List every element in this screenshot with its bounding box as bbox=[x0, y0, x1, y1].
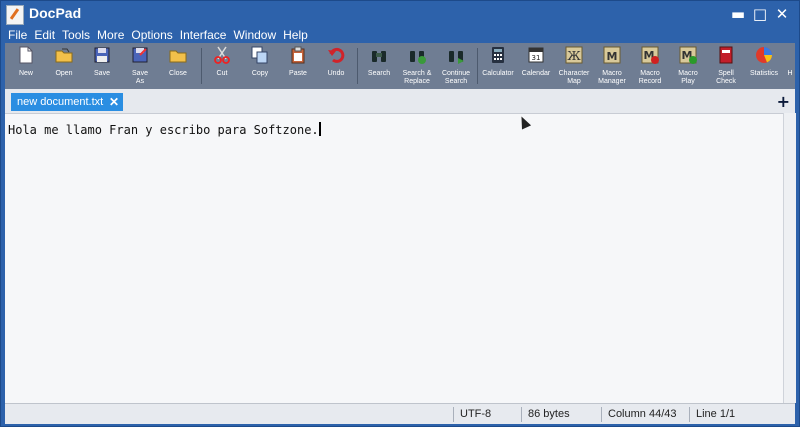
statistics-icon bbox=[756, 47, 772, 63]
spell-check-icon bbox=[719, 46, 733, 64]
vertical-scrollbar[interactable] bbox=[783, 113, 796, 403]
add-tab-button[interactable]: + bbox=[777, 92, 790, 111]
more-tools-button[interactable]: H bbox=[783, 43, 795, 89]
editor-content[interactable]: Hola me llamo Fran y escribo para Softzo… bbox=[8, 122, 321, 137]
undo-button[interactable]: Undo bbox=[317, 43, 355, 89]
close-file-button[interactable]: Close bbox=[159, 43, 197, 89]
paste-icon bbox=[291, 46, 305, 64]
tab-close-icon[interactable]: ✕ bbox=[109, 93, 119, 111]
macro-record-button[interactable]: M Macro Record bbox=[631, 43, 669, 89]
menu-file[interactable]: File bbox=[5, 27, 31, 43]
new-doc-icon bbox=[19, 46, 33, 64]
toolbar-separator bbox=[201, 48, 202, 84]
text-editor[interactable]: Hola me llamo Fran y escribo para Softzo… bbox=[5, 113, 783, 404]
toolbar-separator bbox=[477, 48, 478, 84]
spell-check-button[interactable]: Spell Check bbox=[707, 43, 745, 89]
svg-text:Ж: Ж bbox=[567, 49, 581, 63]
search-replace-button[interactable]: Search & Replace bbox=[398, 43, 436, 89]
macro-play-icon: M bbox=[679, 46, 697, 64]
close-folder-icon bbox=[169, 50, 187, 63]
menu-more[interactable]: More bbox=[94, 27, 128, 43]
menu-options[interactable]: Options bbox=[128, 27, 176, 43]
more-icon: H bbox=[787, 70, 793, 77]
menu-interface[interactable]: Interface bbox=[177, 27, 231, 43]
search-replace-icon bbox=[410, 51, 426, 64]
open-button[interactable]: Open bbox=[45, 43, 83, 89]
macro-manager-button[interactable]: M Macro Manager bbox=[593, 43, 631, 89]
macro-manager-icon: M bbox=[603, 46, 621, 64]
toolbar: New Open Save Save As Close Cut Copy Pas… bbox=[5, 43, 795, 89]
minimize-button[interactable]: ▬ bbox=[727, 4, 749, 24]
macro-play-button[interactable]: M Macro Play bbox=[669, 43, 707, 89]
close-button[interactable]: ✕ bbox=[771, 4, 793, 24]
binoculars-icon bbox=[372, 51, 386, 62]
toolbar-separator bbox=[357, 48, 358, 84]
menu-bar: File Edit Tools More Options Interface W… bbox=[5, 27, 312, 43]
calendar-icon: 31 bbox=[528, 47, 544, 63]
status-bar: UTF-8 86 bytes Column 44/43 Line 1/1 bbox=[5, 403, 795, 424]
calculator-icon bbox=[492, 47, 504, 63]
menu-help[interactable]: Help bbox=[280, 27, 312, 43]
text-caret bbox=[318, 122, 321, 136]
search-button[interactable]: Search bbox=[360, 43, 398, 89]
save-as-button[interactable]: Save As bbox=[121, 43, 159, 89]
calendar-button[interactable]: 31 Calendar bbox=[517, 43, 555, 89]
title-bar[interactable]: DocPad ▬ □ ✕ bbox=[1, 1, 799, 27]
macro-record-icon: M bbox=[641, 46, 659, 64]
copy-button[interactable]: Copy bbox=[241, 43, 279, 89]
menu-window[interactable]: Window bbox=[230, 27, 280, 43]
save-button[interactable]: Save bbox=[83, 43, 121, 89]
maximize-button[interactable]: □ bbox=[749, 4, 771, 24]
status-encoding[interactable]: UTF-8 bbox=[453, 407, 521, 422]
scissors-icon bbox=[214, 46, 230, 64]
tab-bar: new document.txt ✕ + bbox=[5, 89, 795, 113]
status-line: Line 1/1 bbox=[689, 407, 789, 422]
new-button[interactable]: New bbox=[7, 43, 45, 89]
copy-icon bbox=[251, 46, 268, 64]
continue-search-button[interactable]: Continue Search bbox=[437, 43, 475, 89]
character-map-button[interactable]: Ж Character Map bbox=[555, 43, 593, 89]
docpad-app-icon bbox=[6, 5, 24, 25]
status-file-size: 86 bytes bbox=[521, 407, 601, 422]
app-window: DocPad ▬ □ ✕ File Edit Tools More Option… bbox=[0, 0, 800, 427]
character-map-icon: Ж bbox=[565, 46, 583, 64]
paste-button[interactable]: Paste bbox=[279, 43, 317, 89]
svg-text:M: M bbox=[607, 50, 618, 63]
window-title: DocPad bbox=[29, 5, 82, 21]
save-as-icon bbox=[132, 47, 148, 63]
calculator-button[interactable]: Calculator bbox=[479, 43, 517, 89]
cut-button[interactable]: Cut bbox=[203, 43, 241, 89]
tab-new-document[interactable]: new document.txt ✕ bbox=[11, 93, 123, 111]
undo-icon bbox=[328, 47, 345, 63]
svg-text:31: 31 bbox=[532, 54, 541, 62]
menu-tools[interactable]: Tools bbox=[59, 27, 94, 43]
continue-search-icon bbox=[449, 51, 464, 64]
tab-label: new document.txt bbox=[17, 96, 104, 108]
status-column: Column 44/43 bbox=[601, 407, 689, 422]
statistics-button[interactable]: Statistics bbox=[745, 43, 783, 89]
menu-edit[interactable]: Edit bbox=[31, 27, 59, 43]
save-icon bbox=[94, 47, 110, 63]
open-folder-icon bbox=[55, 48, 73, 63]
